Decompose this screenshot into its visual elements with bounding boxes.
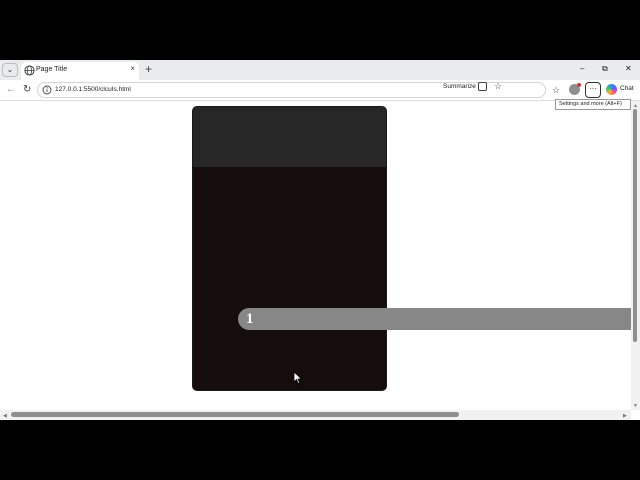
pill-number: 1 — [246, 311, 254, 327]
favorites-icon[interactable]: ☆ — [552, 84, 560, 96]
restore-button[interactable]: ⧉ — [602, 63, 608, 75]
tab-strip: ⌄ Page Title × + – ⧉ ✕ — [0, 60, 640, 80]
summarize-icon[interactable] — [478, 82, 487, 91]
horizontal-scroll-thumb[interactable] — [11, 412, 459, 417]
browser-window: ⌄ Page Title × + – ⧉ ✕ ← ↻ 127.0.0.1:550… — [0, 60, 640, 420]
vertical-scroll-thumb[interactable] — [633, 109, 637, 342]
card-header — [193, 107, 386, 167]
reload-button[interactable]: ↻ — [23, 84, 31, 96]
browser-toolbar: ← ↻ 127.0.0.1:5500/clcuIs.html Summarize… — [0, 80, 640, 101]
mouse-cursor-icon — [293, 371, 303, 385]
page-viewport: 1 ▲ ▼ ◀ ▶ — [0, 101, 640, 420]
minimize-button[interactable]: – — [580, 63, 584, 75]
settings-more-button[interactable]: ··· — [585, 82, 601, 98]
favorite-star-icon[interactable]: ☆ — [494, 81, 502, 92]
chat-button[interactable]: Chat — [620, 85, 634, 92]
tab-title: Page Title — [36, 66, 68, 73]
window-close-button[interactable]: ✕ — [625, 63, 632, 75]
dark-card — [192, 106, 387, 391]
back-button[interactable]: ← — [6, 84, 16, 96]
browser-tab[interactable]: Page Title × — [21, 62, 139, 80]
notification-dot — [577, 83, 581, 87]
scroll-right-arrow-icon[interactable]: ▶ — [623, 413, 627, 419]
settings-tooltip: Settings and more (Alt+F) — [555, 99, 631, 110]
tab-actions-menu-button[interactable]: ⌄ — [2, 63, 18, 77]
url-text[interactable]: 127.0.0.1:5500/clcuIs.html — [55, 86, 131, 93]
summarize-button[interactable]: Summarize — [443, 83, 476, 90]
globe-icon — [24, 65, 35, 76]
scroll-down-arrow-icon[interactable]: ▼ — [633, 403, 638, 409]
number-pill[interactable]: 1 — [238, 308, 631, 330]
new-tab-button[interactable]: + — [145, 62, 152, 76]
scroll-left-arrow-icon[interactable]: ◀ — [3, 413, 7, 419]
copilot-icon[interactable] — [606, 84, 617, 95]
site-info-icon[interactable] — [42, 85, 52, 95]
tab-close-button[interactable]: × — [130, 64, 135, 73]
